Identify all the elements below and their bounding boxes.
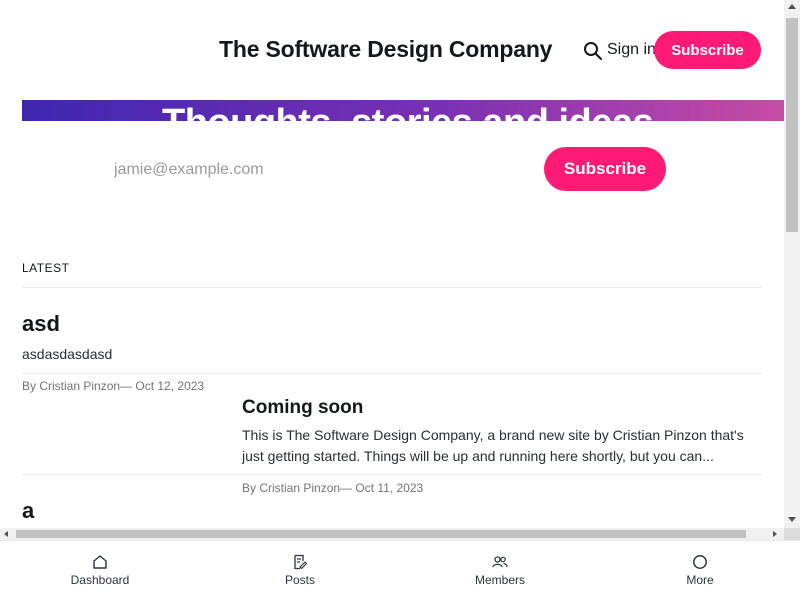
home-icon: [93, 555, 107, 569]
vertical-scrollbar[interactable]: [784, 0, 800, 528]
signin-link[interactable]: Sign in: [607, 41, 656, 59]
post-meta: By Cristian Pinzon— Oct 12, 2023: [22, 379, 205, 393]
nav-item-posts[interactable]: Posts: [200, 541, 400, 601]
nav-label: Posts: [284, 573, 315, 587]
post-divider: [22, 373, 762, 374]
search-icon[interactable]: [583, 41, 603, 61]
post-title[interactable]: asd: [22, 311, 60, 337]
post-meta: By Cristian Pinzon— Oct 11, 2023: [242, 481, 424, 495]
bottom-navigation: Dashboard Posts Members More: [0, 540, 800, 601]
hero-title: Thoughts, stories and ideas: [162, 102, 654, 121]
scroll-down-arrow-icon[interactable]: [788, 517, 796, 522]
nav-item-more[interactable]: More: [600, 541, 800, 601]
header-subscribe-button[interactable]: Subscribe: [654, 31, 761, 69]
post-excerpt: asdasdasdasd: [22, 346, 113, 362]
email-input[interactable]: [100, 154, 548, 186]
scroll-right-arrow-icon[interactable]: [773, 531, 777, 537]
nav-item-members[interactable]: Members: [400, 541, 600, 601]
nav-label: Members: [474, 573, 525, 587]
nav-label: Dashboard: [70, 573, 130, 587]
post-title[interactable]: Coming soon: [242, 397, 363, 419]
nav-label: More: [686, 573, 714, 587]
nav-item-dashboard[interactable]: Dashboard: [0, 541, 200, 601]
form-subscribe-button[interactable]: Subscribe: [544, 147, 666, 191]
post-title[interactable]: a: [22, 498, 34, 524]
horizontal-scrollbar[interactable]: [0, 528, 784, 540]
scroll-left-arrow-icon[interactable]: [4, 531, 8, 537]
latest-divider: [22, 287, 762, 288]
members-icon: [492, 556, 508, 568]
vertical-scroll-thumb[interactable]: [786, 18, 798, 232]
page-viewport: The Software Design Company Sign in Subs…: [0, 0, 784, 528]
posts-icon: [294, 554, 308, 570]
post-excerpt: This is The Software Design Company, a b…: [242, 427, 744, 464]
hero-banner: Thoughts, stories and ideas: [22, 100, 784, 121]
site-title[interactable]: The Software Design Company: [219, 36, 552, 63]
latest-heading: LATEST: [22, 261, 70, 275]
scroll-up-arrow-icon[interactable]: [788, 4, 796, 9]
scrollbar-corner: [784, 528, 800, 540]
post-divider: [22, 474, 762, 475]
more-icon: [693, 555, 707, 569]
horizontal-scroll-thumb[interactable]: [16, 530, 746, 538]
